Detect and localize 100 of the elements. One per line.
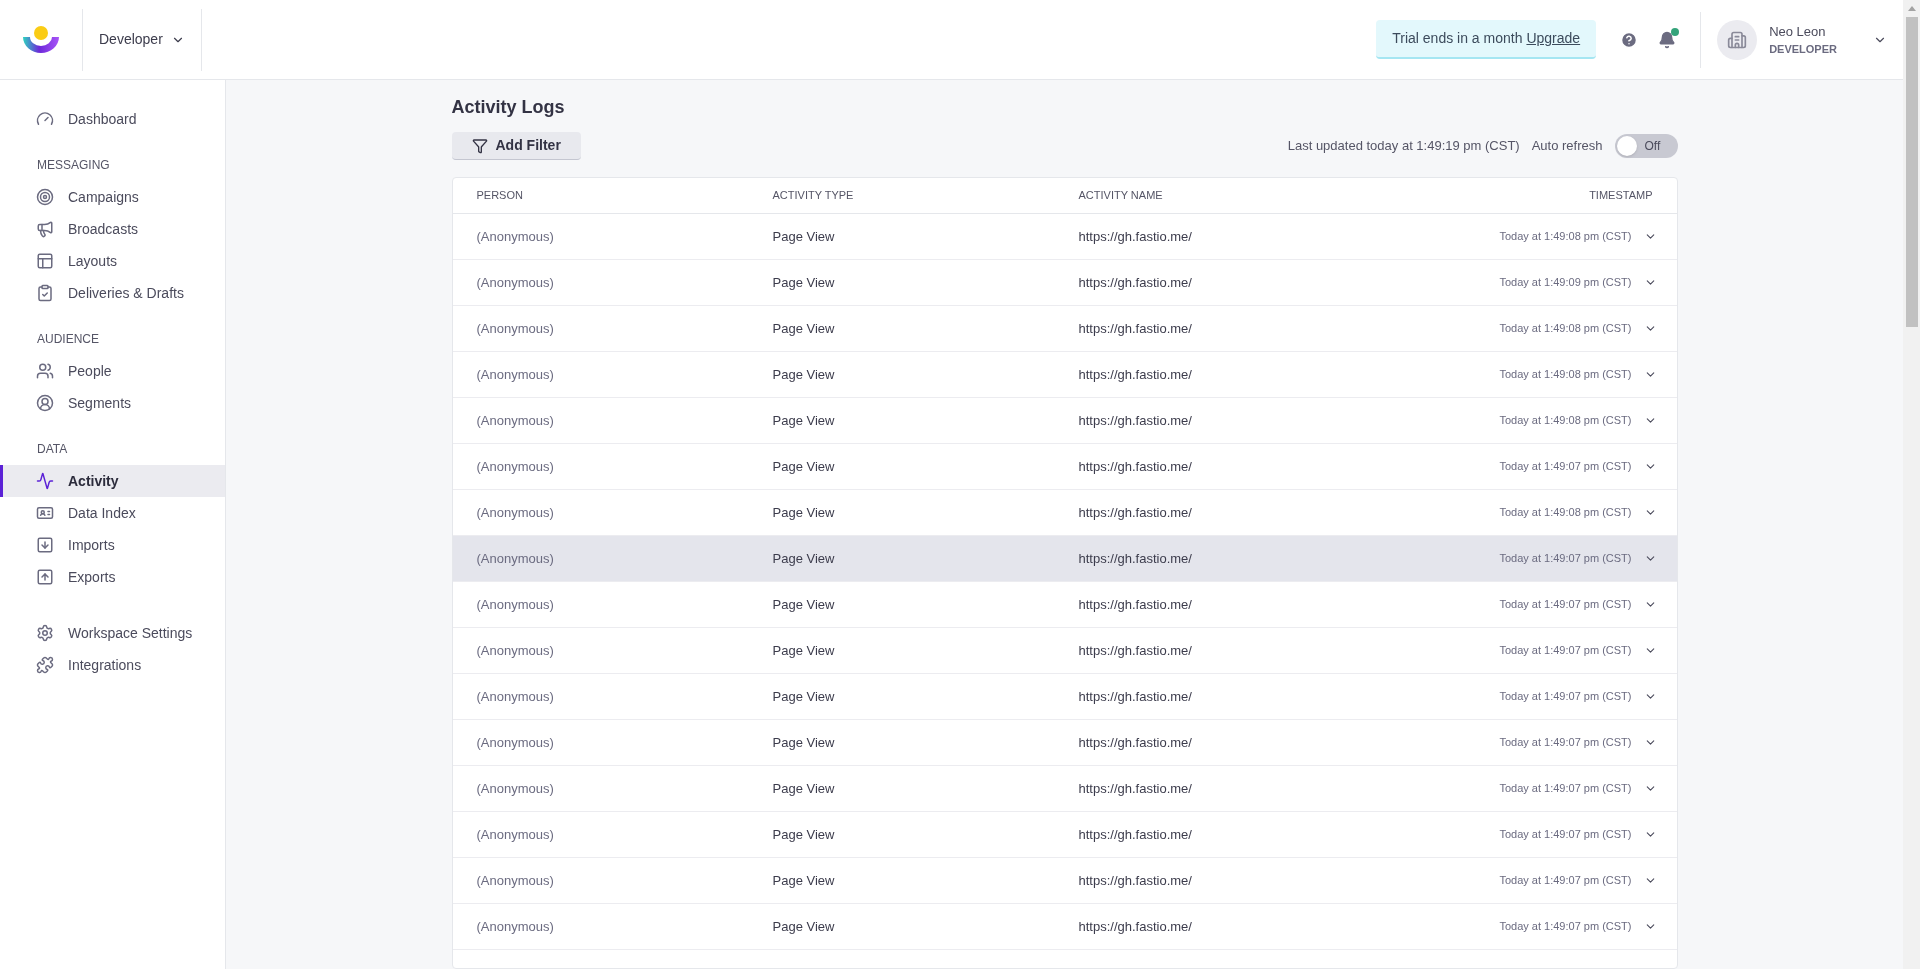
trial-text: Trial ends in a month [1392,29,1523,48]
filter-icon [471,137,488,154]
person-cell-text: (Anonymous) [476,917,555,936]
megaphone-icon [36,220,54,238]
person-cell-text: (Anonymous) [476,871,555,890]
nav-item[interactable]: Activity [0,465,225,497]
nav-item[interactable]: Data Index [0,497,225,529]
nav-item[interactable]: Exports [0,561,225,593]
target-icon [36,188,54,206]
nav-item[interactable]: Campaigns [0,181,225,213]
activity-name-cell-text: https://gh.fastio.me/ [1078,273,1193,292]
activity-name-cell-text: https://gh.fastio.me/ [1078,825,1193,844]
layout-icon [36,252,54,270]
activity-type-cell-text: Page View [772,641,836,660]
settings-icon [36,624,54,642]
upgrade-link[interactable]: Upgrade [1526,28,1581,49]
activity-name-cell-text: https://gh.fastio.me/ [1078,917,1193,936]
notifications-button[interactable] [1658,30,1677,49]
activity-name-cell-text: https://gh.fastio.me/ [1078,779,1193,798]
activity-type-cell-text: Page View [772,365,836,384]
activity-type-cell-text: Page View [772,871,836,890]
person-cell-text: (Anonymous) [476,365,555,384]
user-circle-icon [36,394,54,412]
activity-type-cell-text: Page View [772,917,836,936]
column-header: ACTIVITY TYPE [772,188,855,204]
auto-refresh-label: Auto refresh [1531,137,1603,156]
activity-name-cell-text: https://gh.fastio.me/ [1078,319,1193,338]
activity-type-cell-text: Page View [772,273,836,292]
activity-type-cell-text: Page View [772,825,836,844]
activity-name-cell-text: https://gh.fastio.me/ [1078,503,1193,522]
person-cell-text: (Anonymous) [476,595,555,614]
activity-name-cell-text: https://gh.fastio.me/ [1078,549,1193,568]
person-cell-text: (Anonymous) [476,641,555,660]
person-cell-text: (Anonymous) [476,733,555,752]
clipboard-check-icon [36,284,54,302]
nav-item[interactable]: Dashboard [0,103,225,135]
activity-type-cell-text: Page View [772,595,836,614]
activity-type-cell-text: Page View [772,779,836,798]
help-icon[interactable] [1620,30,1639,49]
timestamp-cell-text: Today at 1:49:07 pm (CST) [1499,919,1632,935]
nav-item[interactable]: Segments [0,387,225,419]
section-heading: MESSAGING [36,157,111,174]
timestamp-cell-text: Today at 1:49:07 pm (CST) [1499,827,1632,843]
add-filter-button[interactable]: Add Filter [451,132,581,160]
person-cell-text: (Anonymous) [476,779,555,798]
timestamp-cell-text: Today at 1:49:08 pm (CST) [1499,505,1632,521]
pulse-icon [36,472,54,490]
export-icon [36,568,54,586]
activity-name-cell-text: https://gh.fastio.me/ [1078,871,1193,890]
activity-name-cell-text: https://gh.fastio.me/ [1078,595,1193,614]
person-cell-text: (Anonymous) [476,825,555,844]
id-card-icon [36,504,54,522]
activity-name-cell-text: https://gh.fastio.me/ [1078,457,1193,476]
nav-item[interactable]: Broadcasts [0,213,225,245]
activity-name-cell-text: https://gh.fastio.me/ [1078,227,1193,246]
nav-item[interactable]: Imports [0,529,225,561]
timestamp-cell-text: Today at 1:49:08 pm (CST) [1499,229,1632,245]
person-cell-text: (Anonymous) [476,503,555,522]
timestamp-cell-text: Today at 1:49:07 pm (CST) [1499,597,1632,613]
timestamp-cell-text: Today at 1:49:07 pm (CST) [1499,781,1632,797]
timestamp-cell-text: Today at 1:49:07 pm (CST) [1499,873,1632,889]
last-updated: Last updated today at 1:49:19 pm (CST) [1287,137,1520,156]
activity-type-cell-text: Page View [772,687,836,706]
nav-item[interactable]: Integrations [0,649,225,681]
section-heading: DATA [36,441,69,458]
timestamp-cell-text: Today at 1:49:09 pm (CST) [1499,275,1632,291]
nav-item[interactable]: Workspace Settings [0,617,225,649]
auto-refresh-toggle[interactable]: Off [1614,134,1678,158]
timestamp-cell-text: Today at 1:49:08 pm (CST) [1499,367,1632,383]
nav-item[interactable]: Layouts [0,245,225,277]
nav-item[interactable]: Deliveries & Drafts [0,277,225,309]
person-cell-text: (Anonymous) [476,457,555,476]
activity-name-cell-text: https://gh.fastio.me/ [1078,365,1193,384]
activity-type-cell-text: Page View [772,227,836,246]
timestamp-cell-text: Today at 1:49:07 pm (CST) [1499,643,1632,659]
activity-name-cell-text: https://gh.fastio.me/ [1078,687,1193,706]
timestamp-cell-text: Today at 1:49:08 pm (CST) [1499,413,1632,429]
activity-type-cell-text: Page View [772,411,836,430]
timestamp-cell-text: Today at 1:49:07 pm (CST) [1499,735,1632,751]
person-cell-text: (Anonymous) [476,411,555,430]
workspace-selector[interactable]: Developer [99,29,185,50]
nav-item[interactable]: People [0,355,225,387]
timestamp-cell-text: Today at 1:49:07 pm (CST) [1499,459,1632,475]
activity-name-cell-text: https://gh.fastio.me/ [1078,641,1193,660]
table-row[interactable]: (Anonymous) Page View https://gh.fastio.me/ Today at 1:49:07 pm (CST) [452,536,1677,582]
timestamp-cell-text: Today at 1:49:08 pm (CST) [1499,321,1632,337]
puzzle-icon [36,656,54,674]
user-role: DEVELOPER [1769,42,1837,57]
activity-name-cell-text: https://gh.fastio.me/ [1078,733,1193,752]
column-header: ACTIVITY NAME [1078,188,1164,204]
activity-type-cell-text: Page View [772,733,836,752]
column-header: PERSON [476,188,524,204]
timestamp-cell-text: Today at 1:49:07 pm (CST) [1499,551,1632,567]
person-cell-text: (Anonymous) [476,319,555,338]
section-heading: AUDIENCE [36,331,100,348]
activity-type-cell-text: Page View [772,457,836,476]
column-header: TIMESTAMP [1589,188,1653,204]
person-cell-text: (Anonymous) [476,227,555,246]
timestamp-cell-text: Today at 1:49:07 pm (CST) [1499,689,1632,705]
gauge-icon [36,110,54,128]
